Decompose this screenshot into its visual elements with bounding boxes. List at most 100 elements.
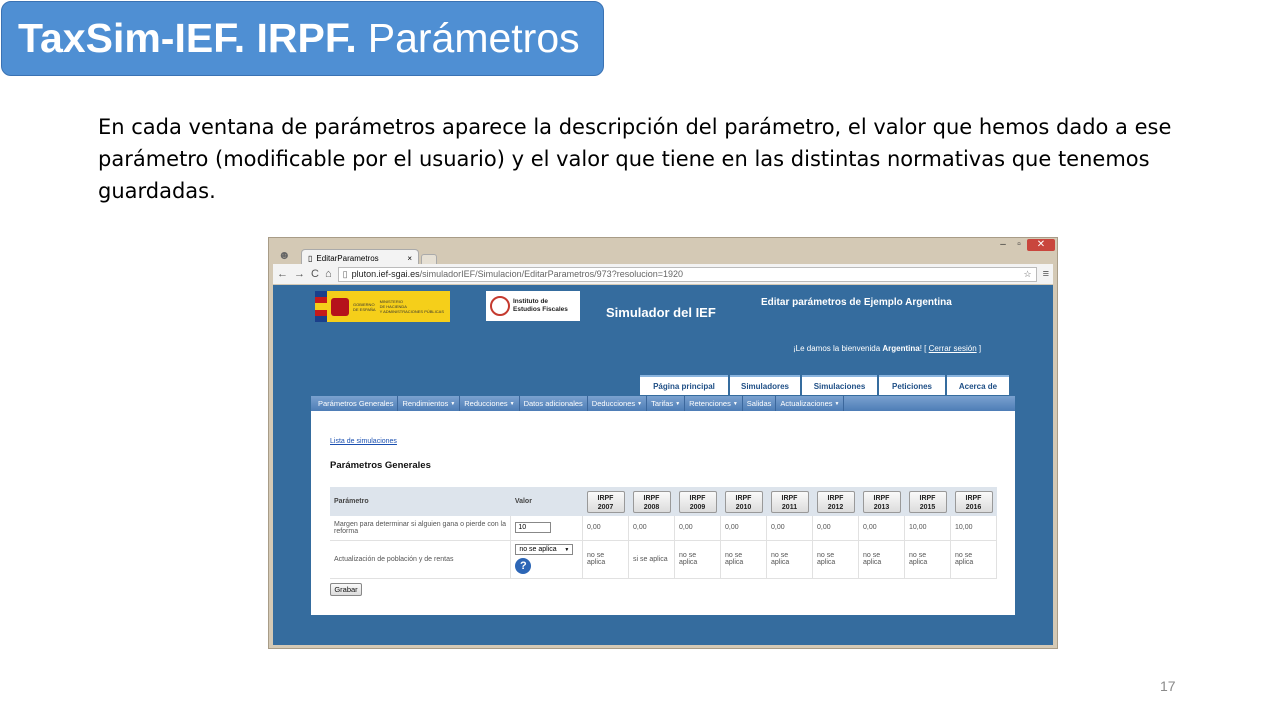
chevron-down-icon: ▼ <box>834 400 840 407</box>
slide-title-rest: Parámetros <box>367 15 580 61</box>
year-value-cell: no se aplica <box>904 540 951 579</box>
star-icon[interactable]: ☆ <box>1024 269 1032 280</box>
menu-bar: Parámetros Generales Rendimientos ▼ Reducci… <box>311 396 1015 411</box>
url-host: pluton.ief-sgai.es <box>351 269 420 279</box>
address-url: pluton.ief-sgai.es/simuladorIEF/Simulaci… <box>352 269 1020 279</box>
year-button[interactable]: IRPF 2015 <box>908 490 947 513</box>
back-icon[interactable]: ← <box>277 268 288 280</box>
menu-item[interactable]: Rendimientos ▼ <box>398 396 461 411</box>
chevron-down-icon: ▼ <box>675 400 681 407</box>
menu-item[interactable]: Retenciones ▼ <box>685 396 743 411</box>
tab-title: EditarParametros <box>316 253 379 263</box>
column-header-year: IRPF 2007 <box>582 487 629 516</box>
welcome-message: ¡Le damos la bienvenida Argentina! [ Cer… <box>793 344 982 353</box>
column-header-parameter: Parámetro <box>330 487 511 516</box>
parameter-label: Margen para determinar si alguien gana o… <box>330 516 512 541</box>
reload-icon[interactable]: C <box>311 268 319 280</box>
year-button[interactable]: IRPF 2010 <box>724 490 763 513</box>
parameter-label: Actualización de población y de rentas <box>330 540 512 579</box>
ief-logo: Instituto de Estudios Fiscales <box>486 291 580 321</box>
address-bar[interactable]: ▯ pluton.ief-sgai.es/simuladorIEF/Simula… <box>337 266 1037 282</box>
column-header-value: Valor <box>510 487 583 516</box>
menu-item[interactable]: Parámetros Generales <box>314 396 399 411</box>
update-select[interactable]: no se aplica ▼ <box>515 544 574 555</box>
tab-close-icon[interactable]: × <box>407 254 412 263</box>
year-button[interactable]: IRPF 2007 <box>586 490 625 513</box>
parameters-table: Parámetro Valor IRPF 2007 IRPF 2008 IRPF 2009… <box>330 487 997 579</box>
home-icon[interactable]: ⌂ <box>325 268 332 280</box>
chevron-down-icon: ▼ <box>509 400 515 407</box>
ief-logo-text: Instituto de Estudios Fiscales <box>513 298 568 313</box>
menu-item[interactable]: Salidas <box>743 396 777 411</box>
menu-item[interactable]: Actualizaciones ▼ <box>776 396 845 411</box>
slide-intro: En cada ventana de parámetros aparece la… <box>98 115 1172 203</box>
logout-link[interactable]: Cerrar sesión <box>929 344 977 353</box>
menu-item[interactable]: Reducciones ▼ <box>460 396 520 411</box>
menu-icon[interactable]: ≡ <box>1043 268 1049 280</box>
page-info-icon: ▯ <box>342 268 348 279</box>
margin-value-input[interactable] <box>515 522 552 534</box>
browser-window: – ▫ ✕ ☻ ▯ EditarParametros × ← → C ⌂ ▯ p… <box>268 237 1058 649</box>
year-button[interactable]: IRPF 2008 <box>632 490 671 513</box>
menu-item[interactable]: Deducciones ▼ <box>588 396 648 411</box>
browser-toolbar: ← → C ⌂ ▯ pluton.ief-sgai.es/simuladorIE… <box>273 264 1053 284</box>
ief-mark-icon <box>490 296 510 316</box>
government-logo-text: GOBIERNO DE ESPAÑA <box>353 301 376 312</box>
year-value-cell: 0,00 <box>766 516 813 541</box>
year-value-cell: no se aplica <box>812 540 859 579</box>
government-logo: GOBIERNO DE ESPAÑA MINISTERIO DE HACIEND… <box>315 291 450 323</box>
tab-strip: ☻ ▯ EditarParametros × <box>269 245 1057 266</box>
year-button[interactable]: IRPF 2011 <box>770 490 809 513</box>
help-icon[interactable]: ? <box>515 558 532 574</box>
web-page: GOBIERNO DE ESPAÑA MINISTERIO DE HACIEND… <box>273 285 1053 645</box>
menu-item[interactable]: Tarifas ▼ <box>647 396 686 411</box>
year-button[interactable]: IRPF 2016 <box>954 490 993 513</box>
column-header-year: IRPF 2013 <box>858 487 905 516</box>
main-nav: Página principal Simuladores Simulaciones P… <box>640 375 1009 395</box>
year-value-cell: no se aplica <box>766 540 813 579</box>
nav-item[interactable]: Página principal <box>640 375 728 395</box>
slide-title-bold: TaxSim-IEF. IRPF. <box>18 15 357 61</box>
year-value-cell: no se aplica <box>582 540 629 579</box>
user-name: Argentina <box>882 344 920 353</box>
simulations-list-link[interactable]: Lista de simulaciones <box>330 438 397 445</box>
nav-item[interactable]: Simulaciones <box>802 375 877 395</box>
content-panel: Lista de simulaciones Parámetros General… <box>311 411 1015 615</box>
year-value-cell: 10,00 <box>950 516 997 541</box>
year-value-cell: 0,00 <box>628 516 675 541</box>
column-header-year: IRPF 2011 <box>766 487 813 516</box>
edit-title: Editar parámetros de Ejemplo Argentina <box>761 297 952 308</box>
column-header-year: IRPF 2009 <box>674 487 721 516</box>
year-value-cell: no se aplica <box>950 540 997 579</box>
chevron-down-icon: ▼ <box>450 400 456 407</box>
chevron-down-icon: ▼ <box>732 400 738 407</box>
year-value-cell: no se aplica <box>858 540 905 579</box>
section-title: Parámetros Generales <box>330 460 431 471</box>
chevron-down-icon: ▼ <box>564 546 570 553</box>
year-value-cell: 0,00 <box>674 516 721 541</box>
nav-item[interactable]: Peticiones <box>879 375 945 395</box>
year-button[interactable]: IRPF 2013 <box>862 490 901 513</box>
nav-item[interactable]: Simuladores <box>730 375 800 395</box>
forward-icon[interactable]: → <box>294 268 305 280</box>
year-button[interactable]: IRPF 2012 <box>816 490 855 513</box>
column-header-year: IRPF 2016 <box>950 487 997 516</box>
year-button[interactable]: IRPF 2009 <box>678 490 717 513</box>
year-value-cell: no se aplica <box>720 540 767 579</box>
year-value-cell: 0,00 <box>812 516 859 541</box>
page-icon: ▯ <box>308 253 313 263</box>
person-icon[interactable]: ☻ <box>278 248 291 262</box>
flag-icon <box>315 291 327 323</box>
menu-item[interactable]: Datos adicionales <box>520 396 588 411</box>
column-header-year: IRPF 2015 <box>904 487 951 516</box>
url-path: /simuladorIEF/Simulacion/EditarParametro… <box>419 269 683 279</box>
year-value-cell: 0,00 <box>582 516 629 541</box>
year-value-cell: 0,00 <box>858 516 905 541</box>
slide-title: TaxSim-IEF. IRPF. Parámetros <box>1 1 604 76</box>
save-button[interactable]: Grabar <box>330 583 362 596</box>
nav-item[interactable]: Acerca de <box>947 375 1009 395</box>
column-header-year: IRPF 2010 <box>720 487 767 516</box>
value-cell: no se aplica ▼ ? <box>510 540 583 579</box>
year-value-cell: no se aplica <box>674 540 721 579</box>
year-value-cell: si se aplica <box>628 540 675 579</box>
